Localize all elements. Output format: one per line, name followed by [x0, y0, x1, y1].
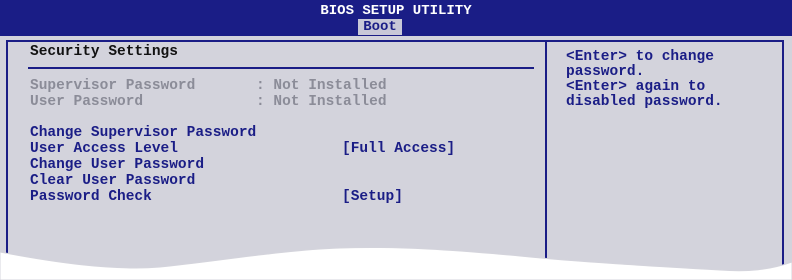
- supervisor-password-status: Supervisor Password : Not Installed: [30, 78, 387, 94]
- status-label: User Password: [30, 94, 144, 110]
- help-panel: <Enter> to change password. <Enter> agai…: [566, 50, 776, 110]
- status-label: Supervisor Password: [30, 78, 196, 94]
- section-title: Security Settings: [30, 44, 178, 60]
- tab-boot[interactable]: Boot: [358, 19, 402, 35]
- status-value: : Not Installed: [256, 78, 387, 94]
- title-bar: BIOS SETUP UTILITY Boot: [0, 0, 792, 36]
- help-line: <Enter> again to: [566, 79, 706, 95]
- help-line: disabled password.: [566, 94, 723, 110]
- password-check-item[interactable]: Password Check: [30, 189, 152, 205]
- status-value: : Not Installed: [256, 94, 387, 110]
- section-rule: [28, 67, 534, 69]
- help-line: password.: [566, 64, 645, 80]
- password-check-value[interactable]: [Setup]: [342, 189, 403, 205]
- clear-user-password-item[interactable]: Clear User Password: [30, 173, 195, 189]
- help-line: <Enter> to change: [566, 49, 714, 65]
- help-divider: [545, 42, 547, 280]
- user-access-level-item[interactable]: User Access Level: [30, 141, 178, 157]
- user-password-status: User Password : Not Installed: [30, 94, 387, 110]
- user-access-level-value[interactable]: [Full Access]: [342, 141, 455, 157]
- change-supervisor-password-item[interactable]: Change Supervisor Password: [30, 125, 256, 141]
- change-user-password-item[interactable]: Change User Password: [30, 157, 204, 173]
- bios-title: BIOS SETUP UTILITY: [320, 3, 472, 19]
